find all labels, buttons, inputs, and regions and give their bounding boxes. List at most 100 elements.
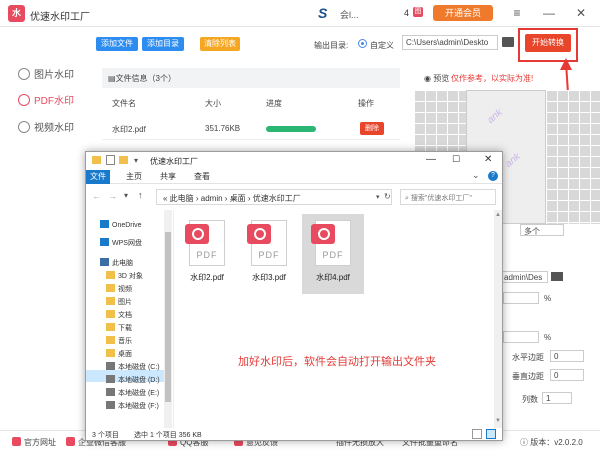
h-margin-label: 水平边距	[512, 353, 544, 362]
table-row	[102, 116, 400, 140]
nav-item-label: 音乐	[118, 338, 132, 345]
nav-item[interactable]: 桌面	[106, 349, 132, 359]
app-title: 优速水印工厂	[30, 12, 90, 23]
custom-radio[interactable]	[358, 39, 367, 48]
video-icon	[18, 121, 30, 133]
pdf-file-icon: PDF	[185, 220, 225, 266]
back-icon[interactable]: ←	[92, 191, 101, 201]
search-placeholder: 搜索"优速水印工厂"	[410, 195, 472, 202]
sidebar	[0, 27, 90, 427]
recent-dropdown-icon[interactable]: ▾	[124, 191, 128, 200]
sidebar-item-image-watermark[interactable]: 图片水印	[18, 68, 88, 84]
nav-item[interactable]: 本地磁盘 (E:)	[106, 388, 159, 398]
nav-item-label: 3D 对象	[118, 273, 143, 280]
folder-icon	[106, 310, 115, 318]
output-dir-label: 输出目录:	[314, 41, 349, 50]
start-convert-button[interactable]: 开始转换	[525, 34, 571, 52]
row-file-name: 水印2.pdf	[112, 125, 146, 134]
tab-view[interactable]: 查看	[194, 171, 210, 182]
breadcrumb-sep: ›	[222, 194, 230, 203]
sidebar-item-pdf-watermark[interactable]: PDF水印	[18, 94, 88, 110]
nav-item[interactable]: 视频	[106, 284, 132, 294]
details-view-icon[interactable]	[472, 429, 482, 439]
ribbon-expand-icon[interactable]: ⌄	[472, 170, 480, 181]
official-site-link[interactable]: 官方网址	[12, 437, 56, 448]
file-item-selected[interactable]: PDF 水印4.pdf	[302, 214, 364, 294]
clear-list-button[interactable]: 清除列表	[200, 37, 240, 51]
file-name: 水印2.pdf	[190, 273, 224, 282]
add-file-button[interactable]: 添加文件	[96, 37, 138, 51]
nav-scrollbar-thumb[interactable]	[165, 232, 171, 402]
file-item[interactable]: PDF 水印3.pdf	[238, 214, 300, 294]
nav-item[interactable]: OneDrive	[100, 220, 142, 229]
tab-home[interactable]: 主页	[126, 171, 142, 182]
forward-icon[interactable]: →	[108, 191, 117, 201]
percent-input[interactable]	[503, 292, 539, 304]
minimize-button[interactable]: —	[540, 4, 558, 22]
minimize-button[interactable]: —	[426, 154, 436, 165]
user-name[interactable]: 会l...	[340, 8, 359, 21]
up-icon[interactable]: ↑	[138, 190, 143, 200]
progress-bar	[266, 126, 316, 132]
folder-icon	[106, 297, 115, 305]
breadcrumb-item[interactable]: 桌面	[230, 194, 246, 203]
nav-item[interactable]: 图片	[106, 297, 132, 307]
v-margin-input[interactable]: 0	[550, 369, 584, 381]
address-bar[interactable]: « 此电脑 › admin › 桌面 › 优速水印工厂	[156, 189, 392, 205]
nav-item[interactable]: 此电脑	[100, 258, 133, 268]
content-scrollbar[interactable]: ▲ ▼	[494, 210, 502, 428]
sidebar-item-video-watermark[interactable]: 视频水印	[18, 121, 88, 137]
add-folder-button[interactable]: 添加目录	[142, 37, 184, 51]
help-icon[interactable]: ?	[488, 171, 498, 181]
nav-item[interactable]: 本地磁盘 (F:)	[106, 401, 159, 411]
close-button[interactable]: ✕	[484, 154, 492, 165]
breadcrumb-item[interactable]: 此电脑	[170, 194, 194, 203]
nav-item[interactable]: 本地磁盘 (C:)	[106, 362, 160, 372]
nav-item-label: 本地磁盘 (D:)	[118, 377, 160, 384]
version-label: ⓘ 版本：v2.0.2.0	[520, 437, 583, 448]
breadcrumb-item[interactable]: 优速水印工厂	[253, 194, 301, 203]
percent-input[interactable]	[503, 331, 539, 343]
scroll-up-icon[interactable]: ▲	[495, 212, 501, 218]
browse-folder-icon[interactable]	[502, 37, 514, 47]
browse-folder-icon[interactable]	[551, 272, 563, 281]
vip-button[interactable]: 开通会员	[433, 5, 493, 21]
col-header-action: 操作	[358, 99, 374, 108]
breadcrumb-item[interactable]: admin	[201, 194, 223, 203]
nav-item-label: OneDrive	[112, 222, 142, 229]
breadcrumb-sep: ›	[245, 194, 253, 203]
output-path-field[interactable]: C:\Users\admin\Deskto	[402, 35, 498, 50]
close-button[interactable]: ✕	[572, 4, 590, 22]
file-name: 水印4.pdf	[316, 273, 350, 282]
delete-button[interactable]: 删除	[360, 122, 384, 135]
h-margin-input[interactable]: 0	[550, 350, 584, 362]
file-item[interactable]: PDF 水印2.pdf	[176, 214, 238, 294]
qat-dropdown-icon[interactable]: ▾	[134, 156, 138, 165]
row-file-size: 351.76KB	[205, 124, 241, 133]
nav-item[interactable]: 文档	[106, 310, 132, 320]
search-input[interactable]: ⌕ 搜索"优速水印工厂"	[400, 189, 496, 205]
nav-item[interactable]: 音乐	[106, 336, 132, 346]
nav-item[interactable]: 本地磁盘 (D:)	[106, 375, 160, 385]
large-icons-view-icon[interactable]	[486, 429, 496, 439]
address-dropdown-icon[interactable]: ▾	[376, 193, 380, 201]
maximize-button[interactable]: ☐	[452, 154, 460, 165]
scroll-down-icon[interactable]: ▼	[495, 418, 501, 424]
nav-item[interactable]: 下载	[106, 323, 132, 333]
sidebar-item-label: 视频水印	[34, 123, 74, 134]
notification-icon[interactable]: 图	[413, 7, 423, 17]
tab-file[interactable]: 文件	[86, 170, 110, 184]
nav-item[interactable]: 3D 对象	[106, 271, 143, 281]
nav-item[interactable]: WPS网盘	[100, 238, 142, 248]
properties-icon[interactable]	[106, 155, 115, 165]
path-field[interactable]: admin\Des	[500, 271, 548, 283]
nav-item-label: WPS网盘	[112, 240, 142, 247]
select-count[interactable]: 多个	[520, 224, 564, 236]
menu-icon[interactable]: ≡	[508, 4, 526, 22]
refresh-icon[interactable]: ↻	[384, 192, 391, 201]
tab-share[interactable]: 共享	[160, 171, 176, 182]
preview-label-text: 预览	[433, 74, 450, 83]
new-folder-icon[interactable]	[119, 156, 128, 164]
cols-input[interactable]: 1	[542, 392, 572, 404]
col-header-name: 文件名	[112, 99, 136, 108]
